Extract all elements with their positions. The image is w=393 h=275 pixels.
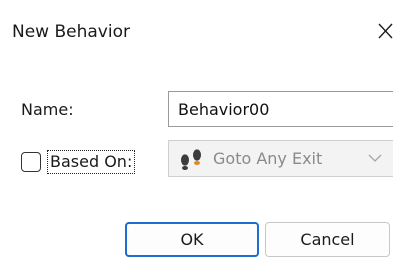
close-icon [378, 23, 393, 39]
name-input[interactable] [168, 91, 393, 127]
cancel-button[interactable]: Cancel [265, 222, 390, 257]
chevron-down-icon [368, 154, 382, 162]
close-button[interactable] [366, 16, 393, 46]
based-on-dropdown[interactable]: Goto Any Exit [168, 140, 393, 177]
dialog-title: New Behavior [12, 22, 130, 42]
footprints-icon [181, 148, 201, 170]
new-behavior-dialog: New Behavior Name: Based On: Goto Any Ex… [0, 0, 393, 275]
ok-button[interactable]: OK [125, 222, 259, 257]
name-label: Name: [21, 100, 74, 119]
based-on-label[interactable]: Based On: [47, 150, 136, 174]
based-on-checkbox[interactable] [21, 152, 41, 172]
based-on-row: Based On: [21, 148, 136, 176]
based-on-selected-value: Goto Any Exit [213, 149, 323, 168]
